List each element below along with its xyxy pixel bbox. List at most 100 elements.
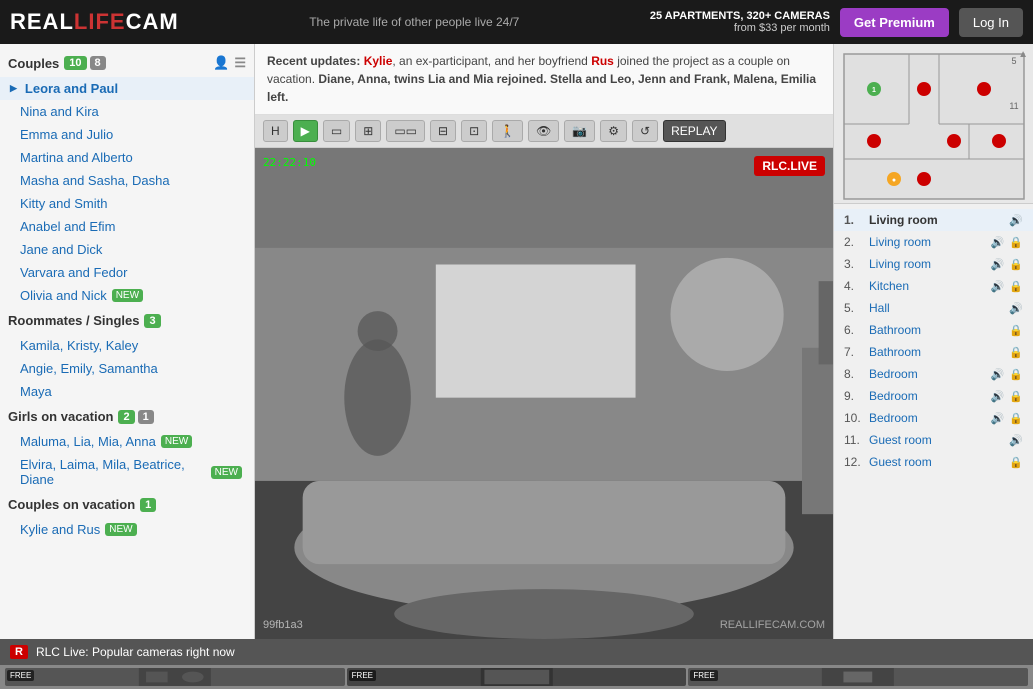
room-bedroom-8[interactable]: 8. Bedroom 🔊 🔒 [834, 363, 1033, 385]
couple-emma-julio[interactable]: Emma and Julio [0, 123, 254, 146]
person-button[interactable]: 🚶 [492, 120, 523, 142]
room-living-3[interactable]: 3. Living room 🔊 🔒 [834, 253, 1033, 275]
svg-text:11: 11 [1009, 101, 1018, 111]
girls-elvira[interactable]: Elvira, Laima, Mila, Beatrice, Diane NEW [0, 453, 254, 491]
roommate-maya[interactable]: Maya [0, 380, 254, 403]
collapse-icon[interactable]: ▲ [1018, 49, 1028, 60]
room-kitchen[interactable]: 4. Kitchen 🔊 🔒 [834, 275, 1033, 297]
couple-masha-sasha-dasha[interactable]: Masha and Sasha, Dasha [0, 169, 254, 192]
refresh-button[interactable]: ↺ [632, 120, 658, 142]
couples-icons: 👤 ☰ [213, 55, 246, 71]
sound-icon[interactable]: 🔊 [991, 280, 1005, 293]
room-name: Bedroom [869, 411, 986, 425]
menu-icon: ☰ [234, 55, 246, 71]
free-badge: FREE [7, 670, 34, 681]
room-bedroom-9[interactable]: 9. Bedroom 🔊 🔒 [834, 385, 1033, 407]
couple-olivia-nick[interactable]: Olivia and Nick NEW [0, 284, 254, 307]
lock-icon: 🔒 [1009, 346, 1023, 359]
login-button[interactable]: Log In [959, 8, 1023, 37]
room-num: 8. [844, 367, 864, 381]
room-living-1[interactable]: 1. Living room 🔊 [834, 209, 1033, 231]
roommates-count-badge: 3 [144, 314, 160, 328]
view2-button[interactable]: ⊞ [355, 120, 381, 142]
couples-vacation-count-badge: 1 [140, 498, 156, 512]
roommate-kamila[interactable]: Kamila, Kristy, Kaley [0, 334, 254, 357]
user-icon: 👤 [213, 55, 229, 71]
couples-label: Couples [8, 56, 59, 71]
apartments-info: 25 APARTMENTS, 320+ CAMERAS from $33 per… [650, 10, 830, 34]
notice-bar: Recent updates: Kylie, an ex-participant… [255, 44, 833, 115]
couple-jane-dick[interactable]: Jane and Dick [0, 238, 254, 261]
view3-button[interactable]: ▭▭ [386, 120, 425, 142]
logo-life: LIFE [74, 9, 126, 34]
couples-online-badge: 10 [64, 56, 86, 70]
eye-button[interactable]: 👁 [528, 120, 559, 142]
minimap: ▲ 1 [834, 44, 1033, 204]
room-bathroom-7[interactable]: 7. Bathroom 🔒 [834, 341, 1033, 363]
video-controls: H ▶ ▭ ⊞ ▭▭ ⊟ ⊡ 🚶 👁 📷 ⚙ ↺ REPLAY [255, 115, 833, 148]
couple-kylie-rus[interactable]: Kylie and Rus NEW [0, 518, 254, 541]
thumbnail-row: FREE FREE FREE [0, 665, 1033, 689]
free-badge: FREE [349, 670, 376, 681]
watermark: REALLIFECAM.COM [720, 619, 825, 631]
tagline: The private life of other people live 24… [189, 15, 640, 29]
svg-text:5: 5 [1011, 56, 1016, 66]
girls-vacation-section-header[interactable]: Girls on vacation 2 1 [0, 403, 254, 430]
view1-button[interactable]: ▭ [323, 120, 350, 142]
wide-button[interactable]: ⊡ [461, 120, 487, 142]
room-name: Living room [869, 213, 1004, 227]
sound-icon[interactable]: 🔊 [1009, 302, 1023, 315]
thumbnail-1[interactable]: FREE [5, 668, 345, 686]
room-name: Bedroom [869, 389, 986, 403]
get-premium-button[interactable]: Get Premium [840, 8, 949, 37]
couple-leora-paul[interactable]: Leora and Paul [0, 77, 254, 100]
room-num: 11. [844, 433, 864, 447]
room-guest-12[interactable]: 12. Guest room 🔒 [834, 451, 1033, 473]
grid-button[interactable]: ⊟ [430, 120, 456, 142]
room-name: Kitchen [869, 279, 986, 293]
couple-kitty-smith[interactable]: Kitty and Smith [0, 192, 254, 215]
thumbnail-3[interactable]: FREE [688, 668, 1028, 686]
girls-maluma[interactable]: Maluma, Lia, Mia, Anna NEW [0, 430, 254, 453]
sound-icon[interactable]: 🔊 [1009, 434, 1023, 447]
camera-button[interactable]: 📷 [564, 120, 595, 142]
couples-vacation-section-header[interactable]: Couples on vacation 1 [0, 491, 254, 518]
sound-icon[interactable]: 🔊 [991, 236, 1005, 249]
popular-label: RLC Live: Popular cameras right now [36, 645, 235, 659]
couple-varvara-fedor[interactable]: Varvara and Fedor [0, 261, 254, 284]
room-num: 1. [844, 213, 864, 227]
sound-icon[interactable]: 🔊 [1009, 214, 1023, 227]
couples-vacation-label: Couples on vacation [8, 497, 135, 512]
room-num: 10. [844, 411, 864, 425]
thumbnail-2[interactable]: FREE [347, 668, 687, 686]
sound-icon[interactable]: 🔊 [991, 258, 1005, 271]
room-hall[interactable]: 5. Hall 🔊 [834, 297, 1033, 319]
room-num: 4. [844, 279, 864, 293]
room-guest-11[interactable]: 11. Guest room 🔊 [834, 429, 1033, 451]
roommate-angie[interactable]: Angie, Emily, Samantha [0, 357, 254, 380]
sound-icon[interactable]: 🔊 [991, 412, 1005, 425]
replay-button[interactable]: REPLAY [663, 120, 725, 142]
play-button[interactable]: ▶ [293, 120, 318, 142]
hd-button[interactable]: H [263, 120, 288, 142]
header: REALLIFECAM The private life of other pe… [0, 0, 1033, 44]
room-living-2[interactable]: 2. Living room 🔊 🔒 [834, 231, 1033, 253]
sidebar: Couples 10 8 👤 ☰ Leora and Paul Nina and… [0, 44, 255, 639]
settings-button[interactable]: ⚙ [600, 120, 627, 142]
sound-icon[interactable]: 🔊 [991, 390, 1005, 403]
couple-martina-alberto[interactable]: Martina and Alberto [0, 146, 254, 169]
room-bedroom-10[interactable]: 10. Bedroom 🔊 🔒 [834, 407, 1033, 429]
video-player[interactable]: 22:22:10 RLC.LIVE REALLIFECAM.COM 99fb1a… [255, 148, 833, 639]
couple-anabel-efim[interactable]: Anabel and Efim [0, 215, 254, 238]
svg-text:●: ● [892, 177, 896, 184]
main-area: Couples 10 8 👤 ☰ Leora and Paul Nina and… [0, 44, 1033, 639]
new-badge: NEW [161, 435, 192, 448]
lock-icon: 🔒 [1009, 368, 1023, 381]
sound-icon[interactable]: 🔊 [991, 368, 1005, 381]
room-bathroom-6[interactable]: 6. Bathroom 🔒 [834, 319, 1033, 341]
room-num: 12. [844, 455, 864, 469]
roommates-section-header[interactable]: Roommates / Singles 3 [0, 307, 254, 334]
couple-nina-kira[interactable]: Nina and Kira [0, 100, 254, 123]
content-area: Recent updates: Kylie, an ex-participant… [255, 44, 833, 639]
couples-section-header[interactable]: Couples 10 8 👤 ☰ [0, 49, 254, 77]
